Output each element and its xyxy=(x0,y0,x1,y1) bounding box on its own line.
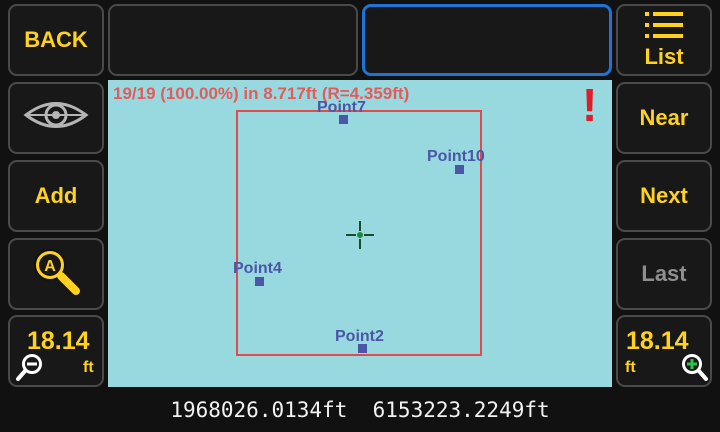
zoom-in-button[interactable]: 18.14 ft xyxy=(616,315,712,387)
last-button[interactable]: Last xyxy=(616,238,712,310)
near-button-label: Near xyxy=(639,105,689,130)
list-icon xyxy=(642,10,686,46)
point-label: Point4 xyxy=(233,260,282,277)
add-button-label: Add xyxy=(34,183,78,208)
alert-icon: ! xyxy=(582,80,598,131)
search-field[interactable] xyxy=(362,4,612,76)
point-marker[interactable] xyxy=(455,165,464,174)
zoom-out-button[interactable]: 18.14 ft xyxy=(8,315,104,387)
point-label: Point7 xyxy=(317,99,366,116)
zoom-out-unit: ft xyxy=(83,359,94,376)
list-button-label: List xyxy=(644,44,684,69)
zoom-in-unit: ft xyxy=(625,359,636,376)
zoom-in-icon xyxy=(678,351,710,389)
add-button[interactable]: Add xyxy=(8,160,104,232)
point-label: Point2 xyxy=(335,328,384,345)
easting-value: 1968026.0134ft xyxy=(170,398,348,422)
northing-value: 6153223.2249ft xyxy=(372,398,550,422)
next-button-label: Next xyxy=(640,183,688,208)
auto-zoom-icon: A xyxy=(28,243,84,305)
point-label: Point10 xyxy=(427,148,485,165)
eye-icon xyxy=(23,95,89,141)
auto-zoom-button[interactable]: A xyxy=(8,238,104,310)
back-button[interactable]: BACK xyxy=(8,4,104,76)
last-button-label: Last xyxy=(641,261,687,286)
view-toggle-button[interactable] xyxy=(8,82,104,154)
point-marker[interactable] xyxy=(255,277,264,286)
coordinate-readout: 1968026.0134ft 6153223.2249ft xyxy=(0,398,720,422)
list-button[interactable]: List xyxy=(616,4,712,76)
current-position-crosshair-icon xyxy=(345,220,375,250)
next-button[interactable]: Next xyxy=(616,160,712,232)
svg-text:A: A xyxy=(44,258,56,275)
zoom-out-icon xyxy=(14,351,46,389)
back-button-label: BACK xyxy=(24,27,88,52)
near-button[interactable]: Near xyxy=(616,82,712,154)
map-canvas[interactable]: 19/19 (100.00%) in 8.717ft (R=4.359ft) !… xyxy=(108,80,612,387)
info-field[interactable] xyxy=(108,4,358,76)
